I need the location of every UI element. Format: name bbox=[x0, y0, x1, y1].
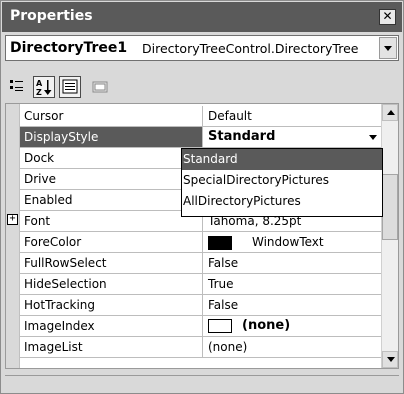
property-row-hottracking[interactable]: HotTracking False bbox=[20, 295, 384, 316]
property-row-cursor[interactable]: Cursor Default bbox=[20, 106, 384, 127]
property-name: Font bbox=[20, 211, 203, 231]
property-value-color[interactable]: WindowText bbox=[204, 232, 384, 252]
categorized-icon bbox=[10, 80, 23, 91]
property-name: HideSelection bbox=[20, 274, 203, 294]
property-row-displaystyle[interactable]: DisplayStyle Standard bbox=[20, 127, 384, 148]
property-row-imagelist[interactable]: ImageList (none) bbox=[20, 337, 384, 358]
object-name: DirectoryTree1 bbox=[10, 40, 128, 56]
grid-gutter bbox=[6, 104, 20, 368]
arrow-down-icon bbox=[387, 357, 395, 362]
dropdown-option-specialdirectorypictures[interactable]: SpecialDirectoryPictures bbox=[182, 170, 382, 191]
property-grid: Cursor Default DisplayStyle Standard Doc… bbox=[5, 103, 399, 369]
property-pages-icon bbox=[92, 81, 108, 93]
property-name: Drive bbox=[20, 169, 203, 189]
title-bar: Properties ✕ bbox=[2, 2, 402, 32]
property-pages-button[interactable] bbox=[89, 76, 111, 98]
property-name: ForeColor bbox=[20, 232, 203, 252]
categorized-button[interactable] bbox=[7, 76, 29, 98]
property-value[interactable]: Standard bbox=[204, 127, 384, 147]
color-name: WindowText bbox=[252, 235, 324, 249]
property-value[interactable]: Default bbox=[204, 106, 384, 126]
property-name: ImageIndex bbox=[20, 316, 203, 336]
color-swatch bbox=[208, 235, 232, 250]
properties-button[interactable] bbox=[59, 76, 81, 98]
expand-plus-icon[interactable]: + bbox=[7, 214, 18, 225]
property-name: FullRowSelect bbox=[20, 253, 203, 273]
property-name: DisplayStyle bbox=[20, 127, 203, 147]
object-type: DirectoryTreeControl.DirectoryTree bbox=[142, 41, 359, 56]
image-index-value: (none) bbox=[242, 318, 291, 333]
properties-window: Properties ✕ DirectoryTree1 DirectoryTre… bbox=[0, 0, 404, 394]
property-name: Dock bbox=[20, 148, 203, 168]
svg-text:Z: Z bbox=[36, 88, 42, 97]
chevron-down-icon bbox=[384, 46, 392, 51]
property-name: HotTracking bbox=[20, 295, 203, 315]
property-value[interactable]: False bbox=[204, 253, 384, 273]
svg-text:A: A bbox=[36, 79, 43, 88]
dropdown-option-alldirectorypictures[interactable]: AllDirectoryPictures bbox=[182, 191, 382, 212]
description-pane bbox=[5, 375, 399, 391]
properties-icon bbox=[62, 79, 78, 94]
property-value[interactable]: False bbox=[204, 295, 384, 315]
property-name: Cursor bbox=[20, 106, 203, 126]
property-value-image[interactable]: (none) bbox=[204, 316, 384, 336]
property-value[interactable]: (none) bbox=[204, 337, 384, 357]
alphabetical-button[interactable]: A Z bbox=[33, 76, 55, 98]
toolbar: A Z bbox=[5, 65, 399, 103]
object-selector[interactable]: DirectoryTree1 DirectoryTreeControl.Dire… bbox=[5, 35, 399, 61]
image-preview-box bbox=[208, 318, 232, 333]
property-row-imageindex[interactable]: ImageIndex (none) bbox=[20, 316, 384, 337]
property-row-forecolor[interactable]: ForeColor WindowText bbox=[20, 232, 384, 253]
displaystyle-dropdown-button[interactable] bbox=[364, 127, 382, 147]
scroll-down-button[interactable] bbox=[382, 351, 398, 368]
object-selector-dropdown-button[interactable] bbox=[379, 37, 397, 59]
arrow-up-icon bbox=[387, 110, 395, 115]
chevron-down-icon bbox=[369, 135, 377, 140]
property-value[interactable]: True bbox=[204, 274, 384, 294]
scroll-thumb[interactable] bbox=[382, 174, 398, 240]
vertical-scrollbar[interactable] bbox=[381, 104, 398, 368]
property-row-hideselection[interactable]: HideSelection True bbox=[20, 274, 384, 295]
displaystyle-dropdown-list[interactable]: Standard SpecialDirectoryPictures AllDir… bbox=[181, 148, 383, 217]
property-name: ImageList bbox=[20, 337, 203, 357]
property-name: Enabled bbox=[20, 190, 203, 210]
window-title: Properties bbox=[10, 8, 93, 24]
scroll-up-button[interactable] bbox=[382, 104, 398, 121]
property-row-fullrowselect[interactable]: FullRowSelect False bbox=[20, 253, 384, 274]
alphabetical-icon: A Z bbox=[36, 79, 52, 97]
dropdown-option-standard[interactable]: Standard bbox=[182, 149, 382, 170]
close-icon[interactable]: ✕ bbox=[379, 9, 396, 25]
